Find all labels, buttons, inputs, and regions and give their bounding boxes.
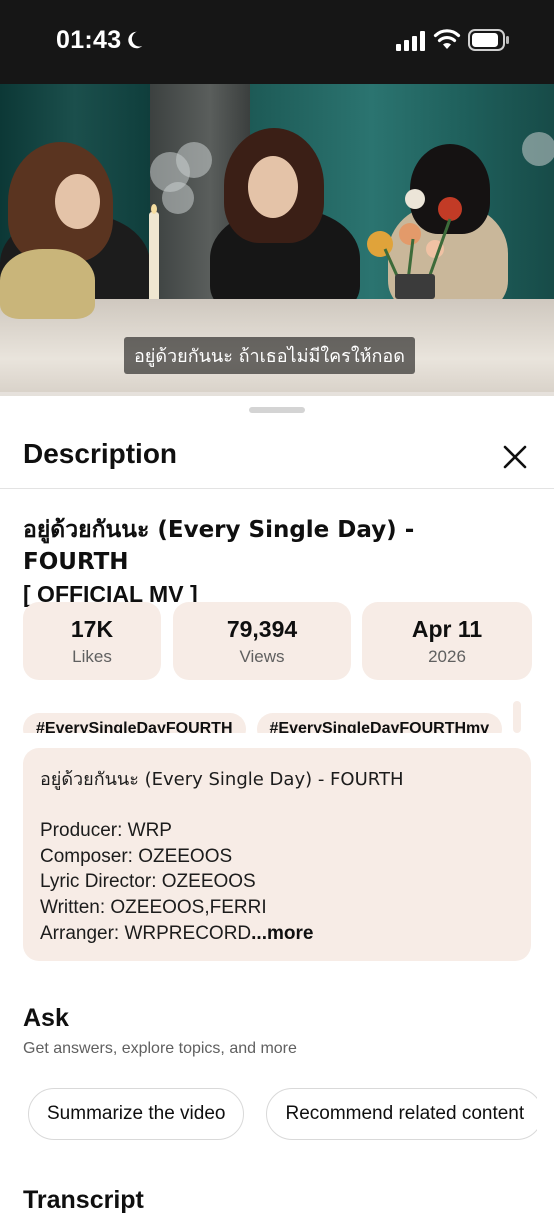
likes-value: 17K <box>70 616 114 642</box>
video-title: อยู่ด้วยกันนะ (Every Single Day) - FOURT… <box>23 514 523 610</box>
hashtag-chip[interactable]: #EverySingleDayFOURTHmv <box>256 713 503 733</box>
video-player[interactable]: อยู่ด้วยกันนะ ถ้าเธอไม่มีใครให้กอด <box>0 84 554 396</box>
popcorn-bowl <box>0 249 95 319</box>
views-label: Views <box>239 647 285 666</box>
views-value: 79,394 <box>226 616 298 642</box>
likes-stat: 17K Likes <box>23 602 161 680</box>
summarize-chip[interactable]: Summarize the video <box>28 1088 245 1140</box>
date-year: 2026 <box>428 647 466 666</box>
description-line: Composer: OZEEOOS <box>40 845 233 867</box>
date-value: Apr 11 <box>411 616 483 642</box>
description-line: อยู่ด้วยกันนะ (Every Single Day) - FOURT… <box>40 769 404 790</box>
ask-chip-row: Summarize the video Recommend related con… <box>28 1088 537 1142</box>
cellular-signal-icon <box>396 31 425 51</box>
hashtag-chip[interactable]: #EverySingleDayFOURTH <box>23 713 246 733</box>
description-line: Producer: WRP <box>40 820 172 842</box>
divider <box>0 488 554 489</box>
transcript-title: Transcript <box>23 1186 144 1214</box>
description-line: Arranger: WRPRECORD...more <box>40 921 403 947</box>
status-bar: 01:43 <box>0 0 554 84</box>
description-line: Written: OZEEOOS,FERRI <box>40 896 267 918</box>
video-title-line: อยู่ด้วยกันนะ (Every Single Day) - FOURT… <box>23 517 415 575</box>
date-stat: Apr 11 2026 <box>362 602 532 680</box>
balloon <box>176 142 212 178</box>
sheet-grabber[interactable] <box>249 407 305 413</box>
balloon <box>162 182 194 214</box>
hashtag-row: #EverySingleDayFOURTH #EverySingleDayFOUR… <box>23 701 554 733</box>
flower-vase <box>367 189 462 299</box>
more-link[interactable]: ...more <box>251 923 313 944</box>
person-center-face <box>248 156 298 218</box>
recommend-chip[interactable]: Recommend related content <box>266 1088 537 1140</box>
candle-flame <box>151 204 157 214</box>
likes-label: Likes <box>72 647 112 666</box>
person-left-face <box>55 174 100 229</box>
balloon <box>522 132 554 166</box>
status-time: 01:43 <box>56 26 122 54</box>
ask-title: Ask <box>23 1004 69 1032</box>
wifi-icon <box>433 29 461 49</box>
ask-subtitle: Get answers, explore topics, and more <box>23 1040 297 1057</box>
sheet-title: Description <box>23 438 178 469</box>
description-sheet: Description อยู่ด้วยกันนะ (Every Single … <box>0 396 554 1214</box>
hashtag-chip-partial[interactable] <box>513 701 522 733</box>
views-stat: 79,394 Views <box>173 602 351 680</box>
video-subtitle: อยู่ด้วยกันนะ ถ้าเธอไม่มีใครให้กอด <box>124 337 415 374</box>
moon-icon <box>128 31 143 49</box>
stats-row: 17K Likes 79,394 Views Apr 11 2026 <box>23 602 543 680</box>
description-text: อยู่ด้วยกันนะ (Every Single Day) - FOURT… <box>40 767 403 946</box>
description-box[interactable]: อยู่ด้วยกันนะ (Every Single Day) - FOURT… <box>23 748 531 961</box>
description-line <box>40 793 403 819</box>
description-line: Lyric Director: OZEEOOS <box>40 871 256 893</box>
battery-icon <box>468 29 509 51</box>
close-icon[interactable] <box>498 440 532 474</box>
description-last-line: Arranger: WRPRECORD <box>40 922 252 944</box>
